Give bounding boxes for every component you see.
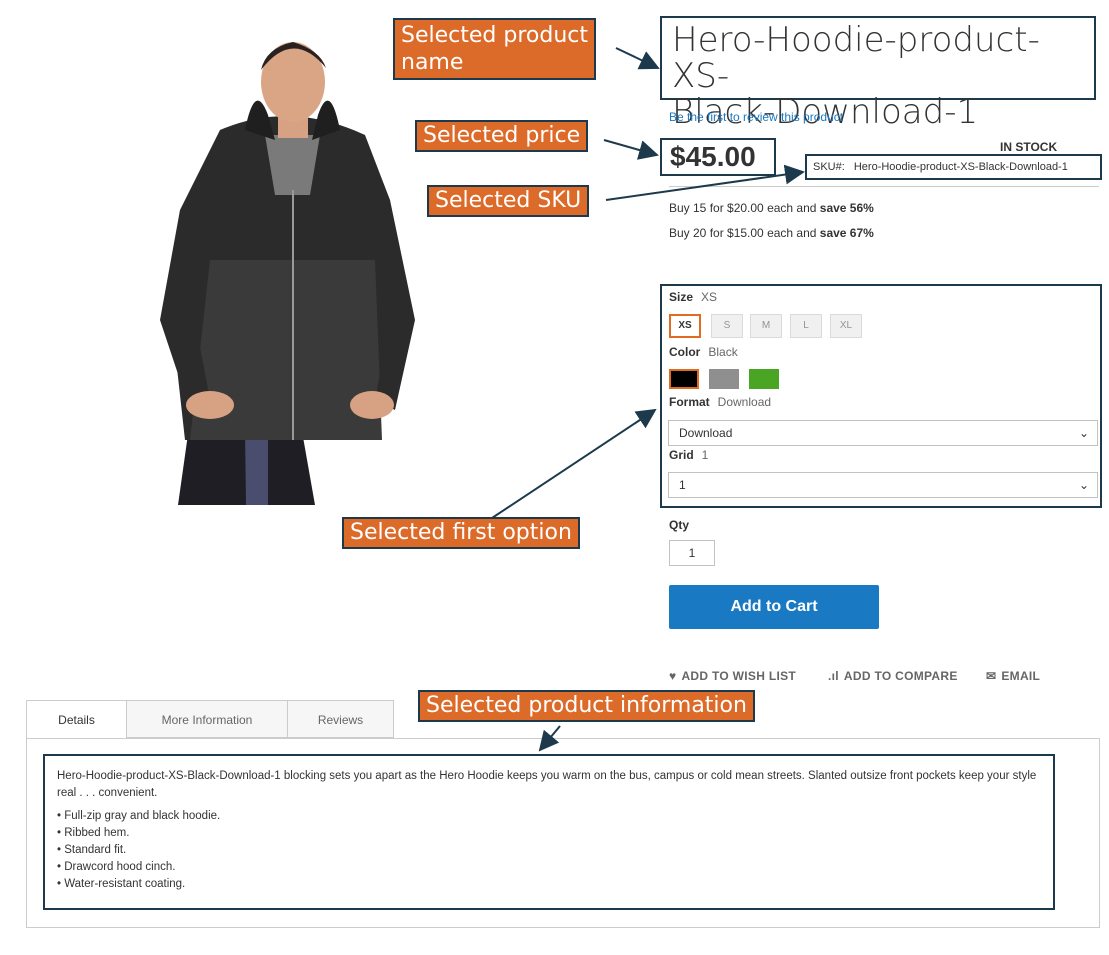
email-label: EMAIL [1001, 669, 1041, 683]
grid-label-text: Grid [669, 448, 694, 462]
list-item: Drawcord hood cinch. [57, 859, 1041, 876]
qty-label: Qty [669, 518, 690, 532]
product-title-line-1: Hero-Hoodie-product-XS- [672, 20, 1040, 96]
chevron-down-icon: ⌄ [1078, 478, 1089, 492]
list-item: Water-resistant coating. [57, 876, 1041, 893]
size-label: Size XS [669, 290, 717, 304]
tab-details[interactable]: Details [26, 700, 127, 739]
grid-label: Grid 1 [669, 448, 708, 462]
format-label-text: Format [669, 395, 710, 409]
color-label-text: Color [669, 345, 701, 359]
add-to-compare-link[interactable]: .ıl ADD TO COMPARE [828, 669, 958, 683]
format-select[interactable]: Download ⌄ [668, 420, 1098, 446]
details-list: Full-zip gray and black hoodie. Ribbed h… [57, 808, 1041, 893]
tab-more-information[interactable]: More Information [126, 700, 288, 738]
envelope-icon: ✉ [986, 669, 997, 683]
add-to-cart-button[interactable]: Add to Cart [669, 585, 879, 629]
list-item: Ribbed hem. [57, 825, 1041, 842]
tier-price-text: Buy 20 for $15.00 each and [669, 226, 820, 240]
divider [669, 186, 1099, 187]
stock-status: IN STOCK [1000, 140, 1058, 154]
callout-first-option: Selected first option [342, 517, 580, 549]
color-selected-value: Black [708, 345, 738, 359]
add-to-wishlist-link[interactable]: ♥ ADD TO WISH LIST [669, 669, 796, 683]
list-item: Full-zip gray and black hoodie. [57, 808, 1041, 825]
size-swatch-l[interactable]: L [790, 314, 822, 338]
size-swatch-s[interactable]: S [711, 314, 743, 338]
add-to-wishlist-label: ADD TO WISH LIST [681, 669, 797, 683]
callout-sku: Selected SKU [427, 185, 590, 217]
callout-product-name-line-2: name [401, 50, 464, 75]
size-swatch-xs[interactable]: XS [669, 314, 701, 338]
heart-icon: ♥ [669, 669, 677, 683]
color-swatch-green[interactable] [749, 369, 779, 389]
color-label: Color Black [669, 345, 738, 359]
review-link[interactable]: Be the first to review this product [669, 110, 843, 124]
tier-price-savings: save 56% [819, 201, 874, 215]
color-swatch-black[interactable] [668, 368, 700, 390]
add-to-compare-label: ADD TO COMPARE [843, 669, 958, 683]
grid-select[interactable]: 1 ⌄ [668, 472, 1098, 498]
grid-select-value: 1 [679, 478, 686, 492]
qty-input[interactable]: 1 [669, 540, 715, 566]
sku-label: SKU#: [813, 161, 845, 173]
callout-product-information: Selected product information [418, 690, 755, 722]
list-item: Standard fit. [57, 842, 1041, 859]
product-image [160, 42, 415, 505]
product-sku: SKU#: Hero-Hoodie-product-XS-Black-Downl… [805, 154, 1102, 180]
details-paragraph: Hero-Hoodie-product-XS-Black-Download-1 … [57, 770, 1037, 799]
callout-product-name: Selected product name [393, 18, 596, 80]
chevron-down-icon: ⌄ [1078, 426, 1089, 440]
callout-price: Selected price [415, 120, 589, 152]
tab-reviews[interactable]: Reviews [287, 700, 394, 738]
tier-price-text: Buy 15 for $20.00 each and [669, 201, 820, 215]
product-title-highlight: Hero-Hoodie-product-XS- Black-Download-1 [660, 16, 1096, 130]
size-label-text: Size [669, 290, 694, 304]
format-selected-value: Download [717, 395, 772, 409]
format-select-value: Download [679, 426, 733, 440]
email-link[interactable]: ✉ EMAIL [986, 669, 1040, 683]
size-swatch-xl[interactable]: XL [830, 314, 862, 338]
tier-price: Buy 20 for $15.00 each and save 67% [669, 226, 874, 240]
size-swatch-m[interactable]: M [750, 314, 782, 338]
format-label: Format Download [669, 395, 771, 409]
tier-price: Buy 15 for $20.00 each and save 56% [669, 201, 874, 215]
product-details: Hero-Hoodie-product-XS-Black-Download-1 … [43, 754, 1055, 910]
color-swatch-gray[interactable] [709, 369, 739, 389]
grid-selected-value: 1 [701, 448, 709, 462]
sku-value: Hero-Hoodie-product-XS-Black-Download-1 [853, 161, 1068, 173]
bar-chart-icon: .ıl [828, 669, 839, 683]
callout-product-name-line-1: Selected product [401, 23, 588, 48]
product-price: $45.00 [660, 138, 776, 176]
size-selected-value: XS [701, 290, 718, 304]
tier-price-savings: save 67% [819, 226, 874, 240]
